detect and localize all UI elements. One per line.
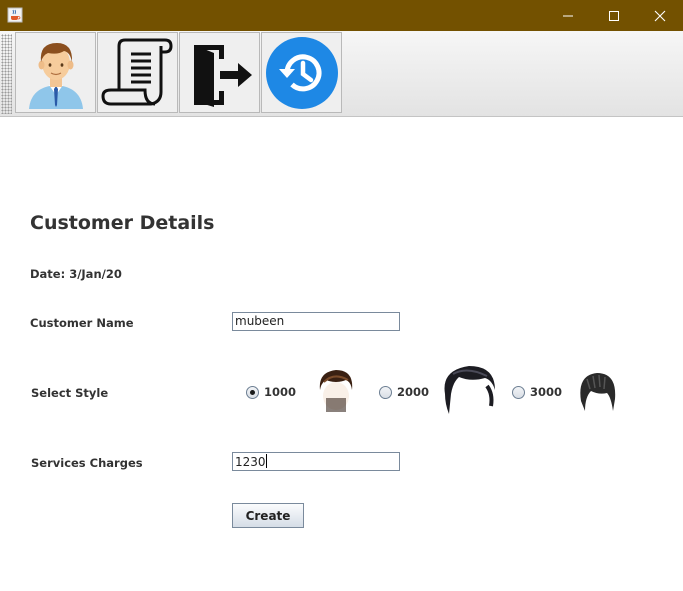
style-2000-radio[interactable] [379, 386, 392, 399]
select-style-label: Select Style [31, 386, 109, 400]
hairstyle-3-image [577, 371, 617, 422]
style-2000-label[interactable]: 2000 [397, 385, 429, 399]
title-bar [0, 0, 683, 31]
customer-button[interactable] [15, 32, 96, 113]
maximize-button[interactable] [591, 0, 637, 31]
minimize-button[interactable] [545, 0, 591, 31]
services-charges-input[interactable]: 1230 [232, 452, 400, 471]
close-button[interactable] [637, 0, 683, 31]
bill-button[interactable] [97, 32, 178, 113]
history-button[interactable] [261, 32, 342, 113]
style-3000-label[interactable]: 3000 [530, 385, 562, 399]
customer-name-input[interactable]: mubeen [232, 312, 400, 331]
services-charges-label: Services Charges [31, 456, 143, 470]
java-coffee-icon [7, 7, 23, 23]
page-title: Customer Details [30, 212, 215, 234]
style-3000-radio[interactable] [512, 386, 525, 399]
toolbar [0, 31, 683, 117]
toolbar-grip[interactable] [1, 34, 12, 114]
text-caret [265, 454, 267, 468]
logout-button[interactable] [179, 32, 260, 113]
exit-door-icon [193, 44, 252, 107]
customer-avatar-icon [28, 42, 83, 109]
receipt-scroll-icon [100, 38, 173, 105]
hairstyle-2-image [441, 364, 497, 425]
customer-name-value: mubeen [235, 314, 285, 328]
close-icon [654, 10, 666, 21]
style-1000-radio[interactable] [246, 386, 259, 399]
maximize-icon [609, 10, 619, 21]
create-button[interactable]: Create [232, 503, 304, 528]
minimize-icon [563, 15, 573, 16]
hairstyle-1-image [316, 368, 356, 415]
style-1000-label[interactable]: 1000 [264, 385, 296, 399]
customer-name-label: Customer Name [30, 316, 134, 330]
date-label: Date: 3/Jan/20 [30, 267, 122, 281]
services-charges-value: 1230 [235, 455, 266, 469]
history-clock-icon [265, 36, 338, 109]
